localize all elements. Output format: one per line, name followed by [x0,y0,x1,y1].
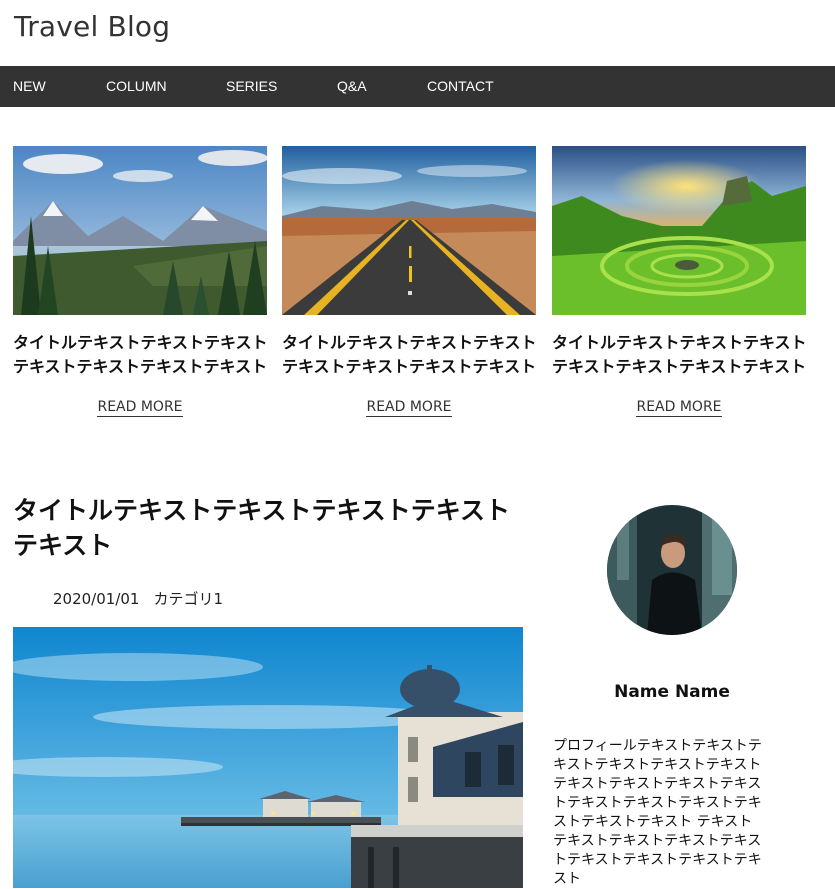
card-title-line: テキストテキストテキストテキスト [552,357,806,376]
article-card: タイトルテキストテキストテキスト テキストテキストテキストテキスト READ M… [282,146,536,417]
nav-item-contact[interactable]: CONTACT [427,66,494,107]
card-title-line: タイトルテキストテキストテキスト [13,333,267,352]
card-title[interactable]: タイトルテキストテキストテキスト テキストテキストテキストテキスト [552,331,806,379]
card-title-line: テキストテキストテキストテキスト [282,357,536,376]
read-more-wrap: READ MORE [13,396,267,417]
site-title[interactable]: Travel Blog [14,10,170,43]
post-title[interactable]: タイトルテキストテキストテキストテキストテキスト [13,493,533,563]
card-image-mountains[interactable] [13,146,267,315]
post-meta: 2020/01/01 カテゴリ1 [53,588,223,609]
read-more-wrap: READ MORE [282,396,536,417]
card-title[interactable]: タイトルテキストテキストテキスト テキストテキストテキストテキスト [13,331,267,379]
read-more-wrap: READ MORE [552,396,806,417]
card-title-line: テキストテキストテキストテキスト [13,357,267,376]
nav-item-series[interactable]: SERIES [226,66,277,107]
read-more-link[interactable]: READ MORE [636,399,722,417]
nav-item-qa[interactable]: Q&A [337,66,367,107]
profile-avatar[interactable] [607,505,737,635]
card-title[interactable]: タイトルテキストテキストテキスト テキストテキストテキストテキスト [282,331,536,379]
card-image-green-hills[interactable] [552,146,806,315]
site-header: Travel Blog [0,0,835,66]
main-nav: NEW COLUMN SERIES Q&A CONTACT [0,66,835,107]
post-category[interactable]: カテゴリ1 [153,590,223,608]
read-more-link[interactable]: READ MORE [97,399,183,417]
card-title-line: タイトルテキストテキストテキスト [282,333,536,352]
post-image-pier[interactable] [13,627,523,888]
read-more-link[interactable]: READ MORE [366,399,452,417]
article-card: タイトルテキストテキストテキスト テキストテキストテキストテキスト READ M… [552,146,806,417]
profile-text: プロフィールテキストテキストテキストテキストテキストテキストテキストテキストテキ… [553,738,762,887]
card-image-road[interactable] [282,146,536,315]
profile-name: Name Name [614,682,730,702]
nav-item-new[interactable]: NEW [13,66,46,107]
article-card: タイトルテキストテキストテキスト テキストテキストテキストテキスト READ M… [13,146,267,417]
nav-item-column[interactable]: COLUMN [106,66,167,107]
card-title-line: タイトルテキストテキストテキスト [552,333,806,352]
post-date: 2020/01/01 [53,590,140,608]
